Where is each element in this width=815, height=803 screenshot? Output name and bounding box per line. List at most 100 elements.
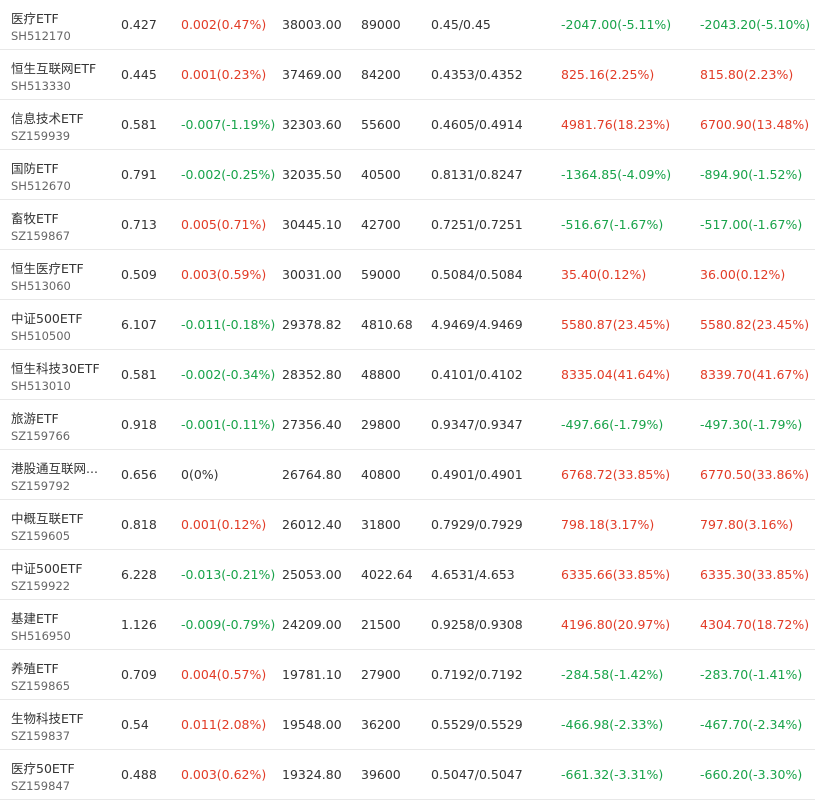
table-row[interactable]: 恒生互联网ETF SH513330 0.445 0.001(0.23%) 37469.0…	[0, 50, 815, 100]
premium-value-1: 798.18(3.17%)	[561, 517, 655, 532]
fund-scale: 19324.80	[282, 767, 342, 782]
premium-value-2: 4304.70(18.72%)	[700, 617, 810, 632]
net-value: 0.7251/0.7251	[431, 217, 523, 232]
fund-code: SH513060	[11, 279, 71, 293]
fund-scale: 32035.50	[282, 167, 342, 182]
price: 0.713	[121, 217, 157, 232]
fund-name-cell[interactable]: 恒生医疗ETF SH513060	[11, 250, 111, 299]
premium-value-1: -284.58(-1.42%)	[561, 667, 664, 682]
fund-name-link[interactable]: 生物科技ETF	[11, 711, 84, 727]
fund-code: SZ159865	[11, 679, 71, 693]
table-row[interactable]: 恒生医疗ETF SH513060 0.509 0.003(0.59%) 30031.00…	[0, 250, 815, 300]
fund-name-cell[interactable]: 旅游ETF SZ159766	[11, 400, 111, 449]
table-row[interactable]: 医疗ETF SH512170 0.427 0.002(0.47%) 38003.00 89…	[0, 0, 815, 50]
price: 0.709	[121, 667, 157, 682]
premium-value-2: 6770.50(33.86%)	[700, 467, 810, 482]
price: 1.126	[121, 617, 157, 632]
premium-value-1: 4981.76(18.23%)	[561, 117, 671, 132]
fund-name-link[interactable]: 恒生医疗ETF	[11, 261, 84, 277]
price-change: 0.003(0.62%)	[181, 767, 267, 782]
fund-scale: 19781.10	[282, 667, 342, 682]
fund-name-link[interactable]: 恒生互联网ETF	[11, 61, 96, 77]
table-row[interactable]: 生物科技ETF SZ159837 0.54 0.011(2.08%) 19548.00 3…	[0, 700, 815, 750]
table-row[interactable]: 畜牧ETF SZ159867 0.713 0.005(0.71%) 30445.10 42…	[0, 200, 815, 250]
fund-name-cell[interactable]: 恒生科技30ETF SH513010	[11, 350, 111, 399]
fund-scale: 37469.00	[282, 67, 342, 82]
fund-name-link[interactable]: 中概互联ETF	[11, 511, 84, 527]
fund-name-cell[interactable]: 中证500ETF SH510500	[11, 300, 111, 349]
fund-scale: 25053.00	[282, 567, 342, 582]
fund-name-cell[interactable]: 生物科技ETF SZ159837	[11, 700, 111, 749]
fund-code: SH513330	[11, 79, 71, 93]
fund-name-link[interactable]: 港股通互联网...	[11, 461, 98, 477]
fund-name-cell[interactable]: 中概互联ETF SZ159605	[11, 500, 111, 549]
fund-name-link[interactable]: 信息技术ETF	[11, 111, 84, 127]
premium-value-1: -1364.85(-4.09%)	[561, 167, 672, 182]
fund-name-cell[interactable]: 信息技术ETF SZ159939	[11, 100, 111, 149]
fund-name-cell[interactable]: 国防ETF SH512670	[11, 150, 111, 199]
fund-code: SH512170	[11, 29, 71, 43]
fund-shares: 40800	[361, 467, 401, 482]
premium-value-2: -283.70(-1.41%)	[700, 667, 803, 682]
fund-name-link[interactable]: 畜牧ETF	[11, 211, 59, 227]
table-row[interactable]: 旅游ETF SZ159766 0.918 -0.001(-0.11%) 27356.40…	[0, 400, 815, 450]
price: 0.581	[121, 367, 157, 382]
fund-name-cell[interactable]: 中证500ETF SZ159922	[11, 550, 111, 599]
fund-code: SZ159867	[11, 229, 71, 243]
fund-code: SH510500	[11, 329, 71, 343]
price: 0.791	[121, 167, 157, 182]
fund-shares: 29800	[361, 417, 401, 432]
price-change: -0.009(-0.79%)	[181, 617, 276, 632]
net-value: 0.9347/0.9347	[431, 417, 523, 432]
net-value: 0.4605/0.4914	[431, 117, 523, 132]
premium-value-2: -497.30(-1.79%)	[700, 417, 803, 432]
premium-value-2: 797.80(3.16%)	[700, 517, 794, 532]
fund-name-cell[interactable]: 基建ETF SH516950	[11, 600, 111, 649]
fund-name-link[interactable]: 医疗50ETF	[11, 761, 75, 777]
price-change: -0.013(-0.21%)	[181, 567, 276, 582]
fund-code: SZ159837	[11, 729, 71, 743]
fund-name-cell[interactable]: 港股通互联网... SZ159792	[11, 450, 111, 499]
fund-name-link[interactable]: 医疗ETF	[11, 11, 59, 27]
fund-name-cell[interactable]: 医疗50ETF SZ159847	[11, 750, 111, 799]
fund-scale: 26764.80	[282, 467, 342, 482]
fund-shares: 31800	[361, 517, 401, 532]
table-row[interactable]: 中证500ETF SH510500 6.107 -0.011(-0.18%) 29378…	[0, 300, 815, 350]
fund-name-cell[interactable]: 医疗ETF SH512170	[11, 0, 111, 49]
fund-name-link[interactable]: 基建ETF	[11, 611, 59, 627]
fund-scale: 28352.80	[282, 367, 342, 382]
fund-shares: 27900	[361, 667, 401, 682]
fund-name-link[interactable]: 旅游ETF	[11, 411, 59, 427]
premium-value-2: -2043.20(-5.10%)	[700, 17, 811, 32]
price-change: 0.003(0.59%)	[181, 267, 267, 282]
fund-name-link[interactable]: 中证500ETF	[11, 561, 83, 577]
fund-shares: 36200	[361, 717, 401, 732]
table-row[interactable]: 港股通互联网... SZ159792 0.656 0(0%) 26764.80 40800…	[0, 450, 815, 500]
table-row[interactable]: 基建ETF SH516950 1.126 -0.009(-0.79%) 24209.00…	[0, 600, 815, 650]
price-change: -0.001(-0.11%)	[181, 417, 276, 432]
net-value: 4.9469/4.9469	[431, 317, 523, 332]
fund-name-link[interactable]: 国防ETF	[11, 161, 59, 177]
fund-code: SZ159939	[11, 129, 71, 143]
fund-name-cell[interactable]: 养殖ETF SZ159865	[11, 650, 111, 699]
table-row[interactable]: 养殖ETF SZ159865 0.709 0.004(0.57%) 19781.10 27…	[0, 650, 815, 700]
net-value: 0.8131/0.8247	[431, 167, 523, 182]
fund-shares: 84200	[361, 67, 401, 82]
table-row[interactable]: 信息技术ETF SZ159939 0.581 -0.007(-1.19%) 32303.…	[0, 100, 815, 150]
fund-name-link[interactable]: 中证500ETF	[11, 311, 83, 327]
table-row[interactable]: 中概互联ETF SZ159605 0.818 0.001(0.12%) 26012.40…	[0, 500, 815, 550]
price-change: 0.011(2.08%)	[181, 717, 267, 732]
fund-name-cell[interactable]: 恒生互联网ETF SH513330	[11, 50, 111, 99]
fund-name-link[interactable]: 养殖ETF	[11, 661, 59, 677]
table-row[interactable]: 医疗50ETF SZ159847 0.488 0.003(0.62%) 19324.80…	[0, 750, 815, 800]
price-change: 0.001(0.12%)	[181, 517, 267, 532]
price: 0.656	[121, 467, 157, 482]
fund-name-cell[interactable]: 畜牧ETF SZ159867	[11, 200, 111, 249]
table-row[interactable]: 国防ETF SH512670 0.791 -0.002(-0.25%) 32035.50…	[0, 150, 815, 200]
fund-shares: 55600	[361, 117, 401, 132]
table-row[interactable]: 中证500ETF SZ159922 6.228 -0.013(-0.21%) 25053…	[0, 550, 815, 600]
net-value: 0.9258/0.9308	[431, 617, 523, 632]
net-value: 0.5047/0.5047	[431, 767, 523, 782]
fund-name-link[interactable]: 恒生科技30ETF	[11, 361, 100, 377]
table-row[interactable]: 恒生科技30ETF SH513010 0.581 -0.002(-0.34%) 2835…	[0, 350, 815, 400]
